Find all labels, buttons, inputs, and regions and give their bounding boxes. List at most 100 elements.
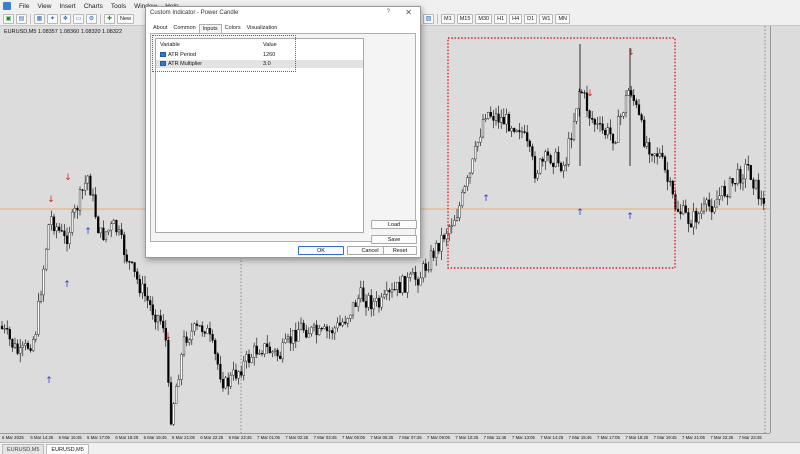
candle-body — [97, 216, 100, 234]
candle-body — [474, 145, 477, 160]
candle-body — [409, 273, 412, 278]
menu-charts[interactable]: Charts — [84, 3, 103, 10]
menu-tools[interactable]: Tools — [111, 3, 126, 10]
candle-body — [237, 371, 240, 379]
terminal-icon[interactable]: ▭ — [73, 13, 84, 24]
column-header-value[interactable]: Value — [263, 42, 277, 48]
candle-body — [188, 339, 191, 343]
candle-body — [450, 225, 453, 227]
candle-body — [403, 275, 407, 293]
candle-body — [718, 195, 721, 200]
candle-body — [255, 345, 258, 355]
candle-body — [284, 338, 287, 344]
candle-body — [372, 301, 375, 310]
candle-body — [219, 364, 222, 380]
value-cell[interactable]: 3.0 — [263, 61, 271, 67]
candle-body — [123, 234, 126, 256]
candle-body — [614, 142, 617, 144]
candle-body — [149, 300, 152, 305]
candle-body — [669, 180, 672, 183]
table-row[interactable]: ATR Multiplier 3.0 — [156, 60, 363, 68]
market-watch-icon[interactable]: ▦ — [34, 13, 45, 24]
parameter-icon — [160, 61, 166, 66]
data-window-icon[interactable]: ✦ — [47, 13, 58, 24]
candle-body — [302, 322, 305, 331]
menu-insert[interactable]: Insert — [59, 3, 75, 10]
candle-body — [78, 189, 82, 211]
candle-body — [588, 110, 591, 119]
chart-tab[interactable]: EURUSD,M5 — [2, 444, 45, 454]
time-label: 7 Mar 14:25 — [540, 435, 564, 440]
candle-body — [411, 272, 414, 275]
candle-body — [627, 90, 630, 96]
load-button[interactable]: Load — [371, 220, 417, 229]
candle-body — [216, 353, 219, 365]
candle-body — [214, 340, 217, 355]
candle-body — [193, 323, 196, 332]
candle-body — [630, 90, 633, 96]
ok-button[interactable]: OK — [298, 246, 344, 255]
timeframe-h1[interactable]: H1 — [494, 13, 508, 24]
candle-body — [650, 153, 654, 156]
profiles-icon[interactable]: ▤ — [16, 13, 27, 24]
candle-body — [510, 128, 513, 132]
candle-body — [437, 242, 440, 252]
candle-body — [175, 386, 178, 404]
time-label: 7 Mar 13:05 — [512, 435, 535, 440]
time-label: 6 Mar 19:45 — [143, 435, 167, 440]
candle-body — [39, 294, 43, 302]
timeframe-w1[interactable]: W1 — [539, 13, 554, 24]
candle-body — [8, 329, 11, 340]
strategy-tester-icon[interactable]: ⚙ — [86, 13, 97, 24]
candle-body — [487, 112, 490, 119]
candle-body — [240, 371, 243, 376]
templates-icon[interactable]: ▧ — [423, 13, 435, 24]
navigator-icon[interactable]: ❖ — [60, 13, 71, 24]
menu-view[interactable]: View — [37, 3, 51, 10]
candle-body — [445, 233, 448, 240]
candle-body — [471, 158, 474, 174]
candle-body — [739, 168, 742, 184]
column-header-variable[interactable]: Variable — [160, 42, 180, 48]
new-order-button[interactable]: New — [117, 13, 135, 24]
candle-body — [133, 262, 136, 272]
timeframe-m15[interactable]: M15 — [456, 13, 474, 24]
candle-body — [325, 326, 329, 332]
candle-body — [180, 354, 183, 380]
candle-body — [682, 205, 685, 215]
candle-body — [99, 227, 102, 234]
candle-body — [167, 339, 170, 383]
candle-body — [169, 382, 173, 425]
candle-body — [744, 164, 747, 180]
chart-tab-active[interactable]: EURUSD,M5 — [46, 444, 89, 454]
candle-body — [232, 369, 235, 376]
help-button[interactable]: ? — [387, 9, 390, 15]
candle-body — [705, 199, 708, 205]
candle-body — [84, 182, 87, 191]
time-label: 6 Mar 17:05 — [87, 435, 110, 440]
value-cell[interactable]: 1260 — [263, 52, 275, 58]
reset-button[interactable]: Reset — [383, 246, 417, 255]
candle-body — [484, 118, 487, 120]
candle-body — [520, 131, 524, 133]
new-chart-icon[interactable]: ▣ — [3, 13, 14, 24]
timeframe-m1[interactable]: M1 — [441, 13, 455, 24]
candle-body — [502, 117, 505, 125]
candle-body — [253, 345, 256, 358]
candle-body — [513, 128, 516, 132]
time-label: 6 Mar 22:25 — [200, 435, 224, 440]
save-button[interactable]: Save — [371, 235, 417, 244]
candle-body — [528, 140, 531, 147]
timeframe-d1[interactable]: D1 — [524, 13, 538, 24]
timeframe-m30[interactable]: M30 — [475, 13, 493, 24]
timeframe-h4[interactable]: H4 — [509, 13, 523, 24]
time-label: 7 Mar 02:25 — [285, 435, 309, 440]
new-order-icon[interactable]: ✚ — [104, 13, 115, 24]
timeframe-mn[interactable]: MN — [555, 13, 570, 24]
table-row[interactable]: ATR Period 1260 — [156, 51, 363, 59]
toolbar-separator — [100, 13, 101, 24]
price-scale[interactable] — [770, 26, 800, 433]
candle-body — [658, 152, 661, 157]
close-icon[interactable]: ✕ — [405, 8, 412, 17]
menu-file[interactable]: File — [19, 3, 29, 10]
